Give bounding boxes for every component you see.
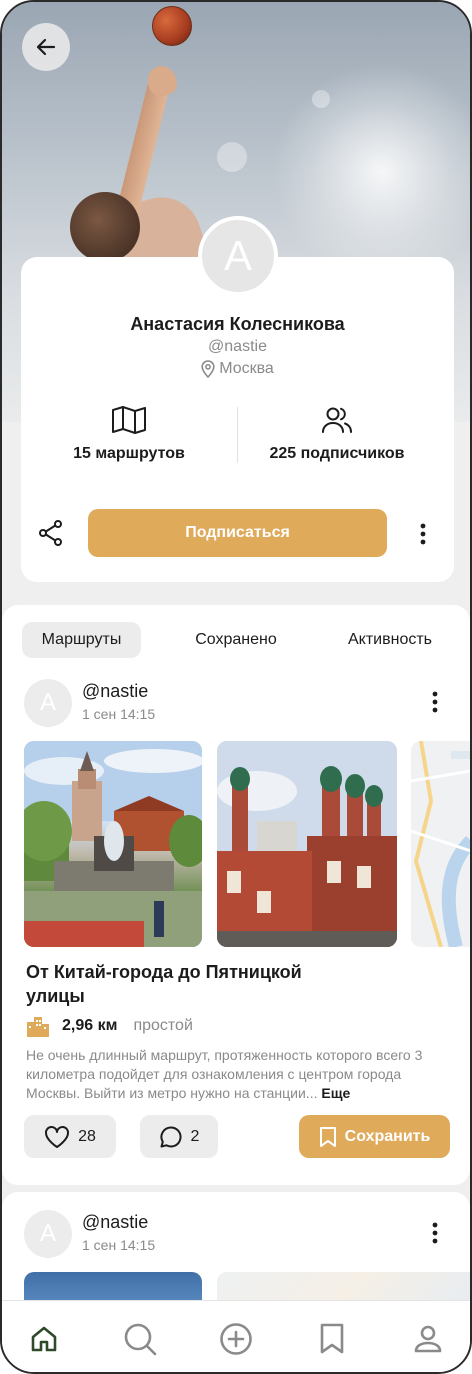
- square-fountain-photo: [24, 741, 202, 947]
- read-more-link[interactable]: Еще: [321, 1085, 350, 1101]
- post-route-map-preview[interactable]: [411, 741, 470, 947]
- add-icon: [220, 1323, 252, 1355]
- nav-home[interactable]: [26, 1321, 62, 1357]
- profile-card: Анастасия Колесникова @nastie Москва 15 …: [21, 257, 454, 582]
- city-buildings-icon: [27, 1017, 49, 1037]
- comment-icon: [159, 1125, 182, 1147]
- post-photo-church[interactable]: [217, 741, 397, 947]
- routes-count: 15 маршрутов: [73, 445, 185, 462]
- more-vertical-icon: [432, 1222, 438, 1244]
- post-timestamp: 1 сен 14:15: [82, 1237, 156, 1253]
- more-vertical-icon: [432, 691, 438, 713]
- route-distance: 2,96 км: [62, 1017, 118, 1034]
- post-author-avatar[interactable]: A: [24, 679, 72, 727]
- post-timestamp: 1 сен 14:15: [82, 706, 156, 722]
- map-icon: [112, 406, 146, 434]
- church-photo: [217, 741, 397, 947]
- routes-stat[interactable]: 15 маршрутов: [21, 405, 237, 463]
- post-meta: 2,96 км простой: [26, 1015, 193, 1037]
- back-button[interactable]: [22, 23, 70, 71]
- comment-count: 2: [190, 1127, 200, 1145]
- nav-search[interactable]: [122, 1321, 158, 1357]
- like-button[interactable]: 28: [24, 1115, 116, 1158]
- cover-sun-glare: [272, 62, 470, 282]
- profile-handle: @nastie: [208, 338, 267, 355]
- profile-city: Москва: [219, 360, 274, 377]
- location-pin-icon: [201, 360, 215, 378]
- bookmark-icon: [319, 1126, 336, 1147]
- profile-name: Анастасия Колесникова: [130, 314, 345, 334]
- tab-activity[interactable]: Активность: [328, 622, 452, 658]
- post-description: Не очень длинный маршрут, протяженность …: [26, 1046, 446, 1103]
- cover-person-head: [70, 192, 140, 262]
- like-count: 28: [78, 1127, 96, 1145]
- home-icon: [31, 1326, 57, 1352]
- profile-content: Маршруты Сохранено Активность A @nastie …: [2, 605, 470, 1185]
- profile-avatar: A: [198, 216, 278, 296]
- cover-light-spot: [217, 142, 247, 172]
- save-route-button[interactable]: Сохранить: [299, 1115, 450, 1158]
- phone-frame: Анастасия Колесникова @nastie Москва 15 …: [0, 0, 472, 1374]
- search-icon: [124, 1323, 157, 1356]
- comment-button[interactable]: 2: [140, 1115, 218, 1158]
- subscribe-button[interactable]: Подписаться: [88, 509, 387, 557]
- route-difficulty: простой: [133, 1017, 193, 1034]
- cover-light-spot: [312, 90, 330, 108]
- post-title[interactable]: От Китай-города до Пятницкой улицы: [26, 960, 346, 1008]
- users-icon: [322, 407, 352, 433]
- post-author-handle[interactable]: @nastie: [82, 681, 148, 702]
- post-more-button[interactable]: [425, 691, 445, 718]
- nav-saved[interactable]: [314, 1321, 350, 1357]
- share-icon: [39, 520, 62, 546]
- bookmark-icon: [320, 1323, 344, 1354]
- arrow-left-icon: [36, 38, 56, 56]
- tab-saved[interactable]: Сохранено: [176, 622, 296, 658]
- profile-stats: 15 маршрутов 225 подписчиков: [21, 405, 454, 467]
- post-author-avatar[interactable]: A: [24, 1210, 72, 1258]
- save-label: Сохранить: [344, 1127, 431, 1145]
- profile-tabs: Маршруты Сохранено Активность: [22, 622, 452, 658]
- heart-icon: [45, 1125, 70, 1148]
- tab-routes[interactable]: Маршруты: [22, 622, 141, 658]
- followers-count: 225 подписчиков: [269, 445, 405, 462]
- post-photo-square[interactable]: [24, 741, 202, 947]
- route-map: [411, 741, 470, 947]
- post-description-text: Не очень длинный маршрут, протяженность …: [26, 1047, 423, 1101]
- profile-more-button[interactable]: [413, 523, 433, 545]
- profile-location: Москва: [21, 360, 454, 378]
- bottom-navigation: [2, 1300, 470, 1372]
- profile-icon: [414, 1325, 442, 1353]
- nav-add[interactable]: [218, 1321, 254, 1357]
- cover-volleyball: [152, 6, 192, 46]
- post-author-handle[interactable]: @nastie: [82, 1212, 148, 1233]
- share-button[interactable]: [37, 519, 65, 547]
- followers-stat[interactable]: 225 подписчиков: [229, 405, 445, 463]
- more-vertical-icon: [420, 523, 426, 545]
- nav-profile[interactable]: [410, 1321, 446, 1357]
- post-more-button[interactable]: [425, 1222, 445, 1249]
